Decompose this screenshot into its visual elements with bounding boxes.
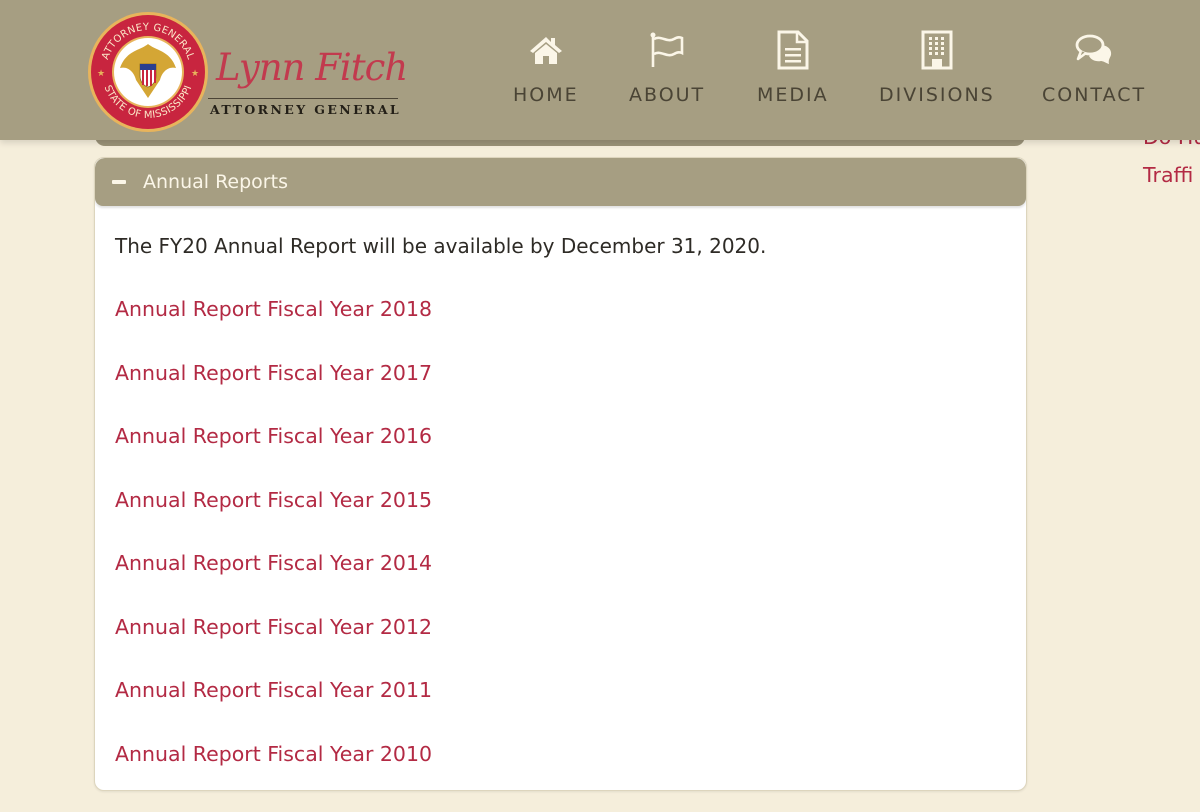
list-item: Annual Report Fiscal Year 2017: [115, 359, 1006, 423]
list-item: Annual Report Fiscal Year 2010: [115, 740, 1006, 791]
site-header: ATTORNEY GENERAL STATE OF MISSISSIPPI ★ …: [0, 0, 1200, 140]
nav-home-label: HOME: [513, 84, 579, 106]
report-link-2016[interactable]: Annual Report Fiscal Year 2016: [115, 424, 432, 448]
report-link-2017[interactable]: Annual Report Fiscal Year 2017: [115, 361, 432, 385]
list-item: Annual Report Fiscal Year 2011: [115, 676, 1006, 740]
report-link-2014[interactable]: Annual Report Fiscal Year 2014: [115, 551, 432, 575]
logo-divider: [208, 98, 398, 99]
list-item: Annual Report Fiscal Year 2018: [115, 295, 1006, 359]
accordion-title: Annual Reports: [143, 171, 288, 193]
list-item: Annual Report Fiscal Year 2016: [115, 422, 1006, 486]
fy20-notice: The FY20 Annual Report will be available…: [115, 234, 767, 258]
annual-reports-accordion: Annual Reports The FY20 Annual Report wi…: [94, 157, 1027, 791]
nav-divisions[interactable]: DIVISIONS: [879, 30, 995, 114]
minus-icon: [112, 180, 126, 184]
report-list: Annual Report Fiscal Year 2018 Annual Re…: [115, 295, 1006, 791]
nav-contact[interactable]: CONTACT: [1042, 30, 1146, 114]
nav-home[interactable]: HOME: [513, 30, 579, 114]
accordion-header[interactable]: Annual Reports: [95, 158, 1026, 206]
sidebar-link[interactable]: Traffi: [1143, 156, 1200, 194]
state-seal-icon: ATTORNEY GENERAL STATE OF MISSISSIPPI ★ …: [88, 12, 208, 132]
home-icon: [526, 30, 566, 70]
nav-about-label: ABOUT: [629, 84, 706, 106]
list-item: Annual Report Fiscal Year 2015: [115, 486, 1006, 550]
list-item: Annual Report Fiscal Year 2014: [115, 549, 1006, 613]
report-link-2018[interactable]: Annual Report Fiscal Year 2018: [115, 297, 432, 321]
logo-title: ATTORNEY GENERAL: [210, 102, 402, 117]
nav-about[interactable]: ABOUT: [629, 30, 705, 114]
svg-text:★: ★: [97, 69, 105, 79]
accordion-body: The FY20 Annual Report will be available…: [95, 206, 1026, 791]
nav-divisions-label: DIVISIONS: [879, 84, 995, 106]
report-link-2010[interactable]: Annual Report Fiscal Year 2010: [115, 742, 432, 766]
logo-name: Lynn Fitch: [216, 46, 408, 89]
report-link-2015[interactable]: Annual Report Fiscal Year 2015: [115, 488, 432, 512]
list-item: Annual Report Fiscal Year 2012: [115, 613, 1006, 677]
chat-bubbles-icon: [1074, 30, 1114, 70]
report-link-2011[interactable]: Annual Report Fiscal Year 2011: [115, 678, 432, 702]
nav-contact-label: CONTACT: [1042, 84, 1147, 106]
building-icon: [917, 30, 957, 70]
svg-text:★: ★: [191, 69, 199, 79]
nav-media-label: MEDIA: [757, 84, 829, 106]
nav-media[interactable]: MEDIA: [757, 30, 829, 114]
flag-icon: [647, 30, 687, 70]
document-icon: [773, 30, 813, 70]
site-logo[interactable]: ATTORNEY GENERAL STATE OF MISSISSIPPI ★ …: [86, 10, 408, 132]
report-link-2012[interactable]: Annual Report Fiscal Year 2012: [115, 615, 432, 639]
